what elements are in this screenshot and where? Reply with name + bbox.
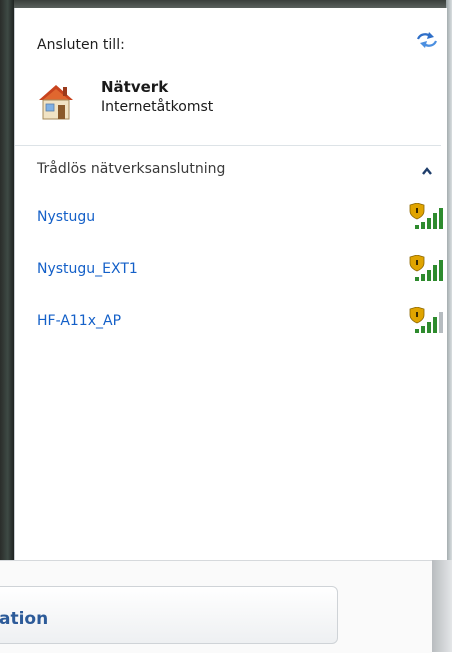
underlying-window: ation	[0, 560, 452, 653]
house-network-icon	[39, 85, 73, 120]
wifi-network-item[interactable]: Nystugu_EXT1	[29, 255, 449, 285]
section-divider	[15, 145, 441, 146]
window-top-edge	[0, 0, 452, 8]
partial-button[interactable]: ation	[0, 586, 338, 644]
secured-signal-icon	[409, 307, 443, 333]
underlying-window-edge	[432, 560, 452, 652]
wifi-network-item[interactable]: Nystugu	[29, 203, 449, 233]
wifi-network-item[interactable]: HF-A11x_AP	[29, 307, 449, 337]
partial-button-label: ation	[0, 609, 49, 629]
refresh-arrows-icon[interactable]	[415, 30, 439, 50]
connected-to-label: Ansluten till:	[37, 37, 125, 53]
network-name: Nätverk	[101, 78, 169, 96]
window-left-edge	[0, 0, 14, 560]
chevron-up-icon[interactable]	[421, 166, 433, 176]
network-flyout: Ansluten till: Nätverk Internetåtkomst T…	[14, 8, 447, 560]
secured-signal-icon	[409, 203, 443, 229]
underlying-panel: ation	[0, 560, 432, 653]
wifi-network-name: HF-A11x_AP	[37, 313, 122, 329]
wifi-network-name: Nystugu	[37, 209, 96, 225]
wireless-section-label: Trådlös nätverksanslutning	[37, 161, 226, 177]
network-status: Internetåtkomst	[101, 99, 214, 115]
secured-signal-icon	[409, 255, 443, 281]
wifi-network-name: Nystugu_EXT1	[37, 261, 138, 277]
